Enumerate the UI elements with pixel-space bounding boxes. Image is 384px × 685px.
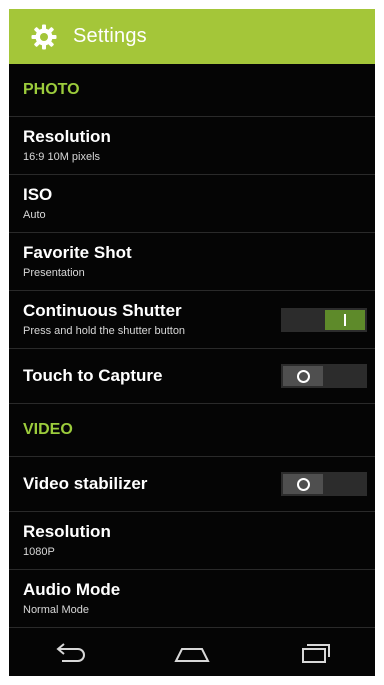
- continuous-shutter-toggle[interactable]: [281, 307, 367, 332]
- setting-title: Continuous Shutter: [23, 300, 182, 320]
- setting-title: Audio Mode: [23, 579, 121, 599]
- title-bar: Settings: [9, 9, 375, 64]
- video-stabilizer-toggle[interactable]: [281, 472, 367, 496]
- setting-audio-mode[interactable]: Audio Mode Normal Mode: [9, 570, 375, 628]
- gear-icon[interactable]: [29, 22, 59, 52]
- toggle-knob: [283, 474, 323, 494]
- recent-apps-icon[interactable]: [284, 633, 344, 673]
- setting-title: Video stabilizer: [23, 474, 148, 493]
- toggle-knob: [283, 366, 323, 386]
- back-icon[interactable]: [40, 633, 100, 673]
- toggle-on-icon: [344, 313, 346, 326]
- setting-value: Press and hold the shutter button: [23, 324, 186, 337]
- setting-value: 1080P: [23, 545, 55, 558]
- settings-list: PHOTO Resolution 16:9 10M pixels ISO Aut…: [9, 64, 375, 628]
- toggle-off-icon: [296, 369, 310, 383]
- setting-value: Normal Mode: [23, 603, 90, 616]
- setting-title: Resolution: [23, 521, 111, 541]
- setting-value: Presentation: [23, 266, 85, 279]
- toggle-knob: [325, 309, 365, 330]
- setting-video-stabilizer[interactable]: Video stabilizer: [9, 457, 375, 512]
- phone-screen: Settings PHOTO Resolution 16:9 10M pixel…: [9, 9, 375, 676]
- setting-continuous-shutter[interactable]: Continuous Shutter Press and hold the sh…: [9, 291, 375, 349]
- setting-title: Resolution: [23, 126, 111, 146]
- setting-title: ISO: [23, 184, 53, 204]
- navigation-bar: [9, 630, 375, 676]
- section-header-photo: PHOTO: [9, 64, 375, 117]
- setting-value: 16:9 10M pixels: [23, 150, 101, 163]
- setting-video-resolution[interactable]: Resolution 1080P: [9, 512, 375, 570]
- page-title: Settings: [73, 25, 147, 47]
- home-icon[interactable]: [162, 633, 222, 673]
- setting-favorite-shot[interactable]: Favorite Shot Presentation: [9, 233, 375, 291]
- section-header-video: VIDEO: [9, 404, 375, 457]
- touch-to-capture-toggle[interactable]: [281, 364, 367, 388]
- toggle-off-icon: [296, 477, 310, 491]
- setting-title: Touch to Capture: [23, 366, 163, 385]
- setting-title: Favorite Shot: [23, 242, 132, 262]
- setting-value: Auto: [23, 208, 46, 221]
- setting-touch-to-capture[interactable]: Touch to Capture: [9, 349, 375, 404]
- setting-iso[interactable]: ISO Auto: [9, 175, 375, 233]
- setting-photo-resolution[interactable]: Resolution 16:9 10M pixels: [9, 117, 375, 175]
